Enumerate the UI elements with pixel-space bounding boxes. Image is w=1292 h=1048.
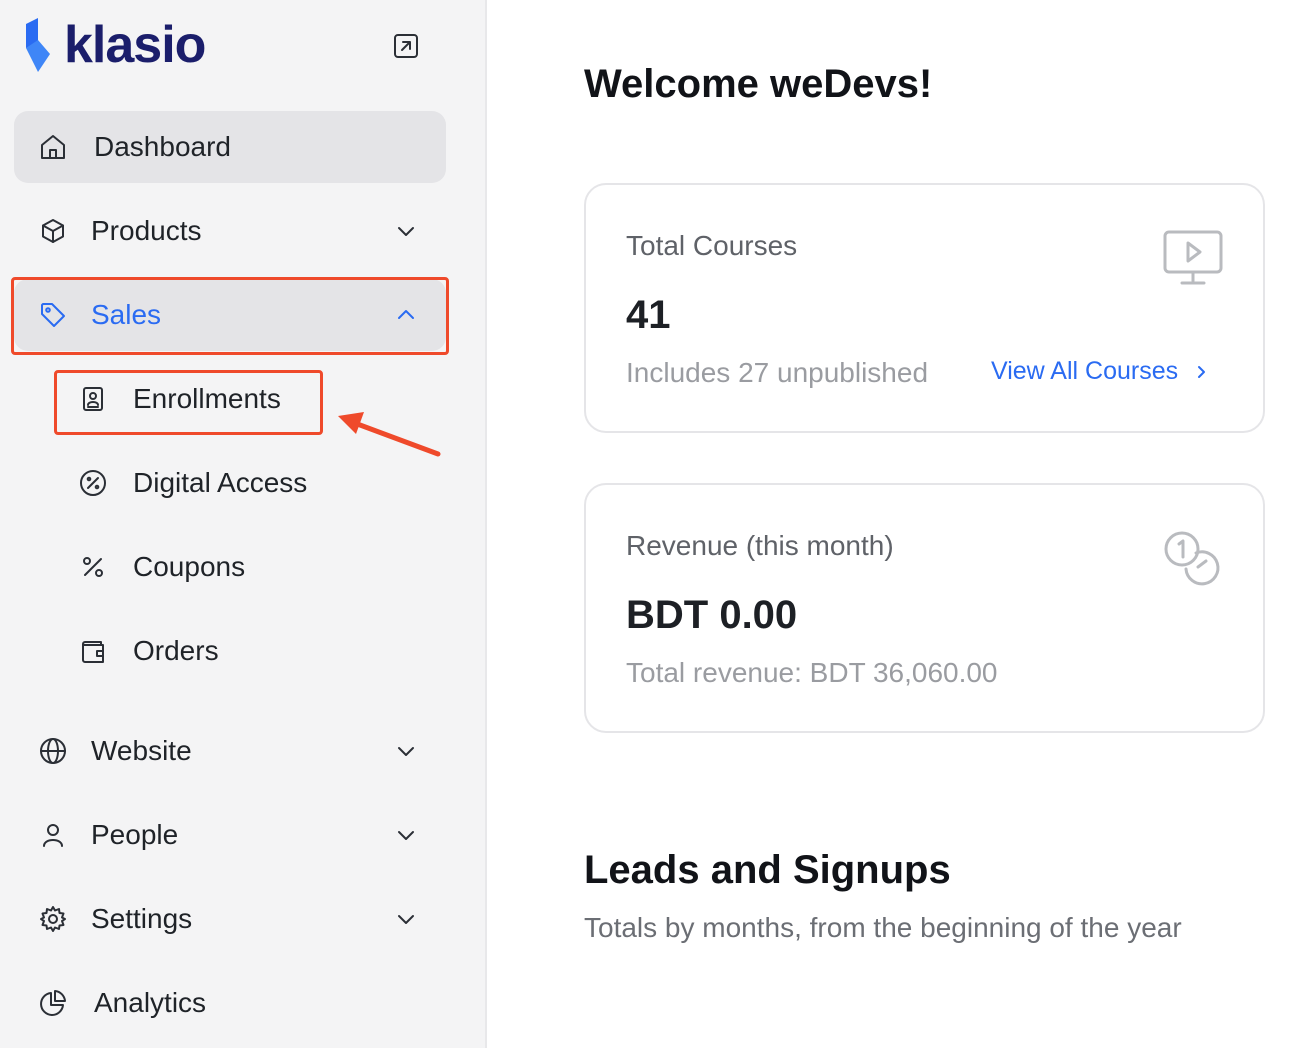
sidebar-subitem-label: Orders <box>133 635 219 666</box>
annotation-arrow-icon <box>338 412 441 457</box>
sidebar-subitem-coupons[interactable]: Coupons <box>56 535 296 599</box>
globe-icon <box>38 736 68 766</box>
sidebar-item-products[interactable]: Products <box>14 195 446 267</box>
chevron-down-icon[interactable] <box>392 905 420 933</box>
card-title: Total Courses <box>626 230 798 261</box>
card-title: Revenue (this month) <box>626 530 894 561</box>
sidebar-subitem-orders[interactable]: Orders <box>56 619 276 683</box>
sidebar-item-people[interactable]: People <box>14 799 446 871</box>
coins-icon <box>1164 531 1220 586</box>
collapse-sidebar-button[interactable] <box>390 30 422 62</box>
total-courses-card: Total Courses 41 Includes 27 unpublished… <box>584 183 1265 433</box>
monitor-play-icon <box>1163 230 1223 285</box>
sidebar-item-label: Dashboard <box>94 131 231 162</box>
sidebar-item-settings[interactable]: Settings <box>14 883 446 955</box>
logo-mark-icon <box>26 18 50 72</box>
box-icon <box>38 216 68 246</box>
wallet-icon <box>78 636 108 666</box>
leads-signups-subtitle: Totals by months, from the beginning of … <box>584 912 1182 943</box>
sidebar-subitem-label: Enrollments <box>133 383 281 414</box>
sidebar-item-label: Products <box>91 215 202 246</box>
brand-name: klasio <box>64 16 206 74</box>
chevron-down-icon[interactable] <box>392 217 420 245</box>
sidebar: klasio Dashboard Products Sales Enrollme… <box>0 0 487 1048</box>
percent-circle-icon <box>78 468 108 498</box>
sidebar-subitem-label: Coupons <box>133 551 246 582</box>
percent-icon <box>78 552 108 582</box>
tag-icon <box>38 300 68 330</box>
chevron-up-icon[interactable] <box>392 301 420 329</box>
page-title: Welcome weDevs! <box>584 62 933 106</box>
home-icon <box>38 132 68 162</box>
id-badge-icon <box>78 384 108 414</box>
chevron-down-icon[interactable] <box>392 737 420 765</box>
revenue-card: Revenue (this month) BDT 0.00 Total reve… <box>584 483 1265 733</box>
chevron-right-icon <box>1198 365 1206 378</box>
sidebar-item-analytics[interactable]: Analytics <box>14 967 446 1039</box>
card-value: 41 <box>626 293 671 337</box>
sidebar-subitem-enrollments[interactable]: Enrollments <box>56 367 322 431</box>
sidebar-subitem-digital-access[interactable]: Digital Access <box>56 451 356 515</box>
sidebar-item-website[interactable]: Website <box>14 715 446 787</box>
gear-icon <box>38 904 68 934</box>
sidebar-item-dashboard[interactable]: Dashboard <box>14 111 446 183</box>
user-icon <box>38 820 68 850</box>
external-arrow-icon <box>394 34 418 58</box>
sidebar-item-label: Sales <box>91 299 162 330</box>
sidebar-item-sales[interactable]: Sales <box>14 279 446 351</box>
card-subtext: Includes 27 unpublished <box>626 357 929 388</box>
sidebar-item-label: Website <box>91 735 192 766</box>
sidebar-subitem-label: Digital Access <box>133 467 308 498</box>
chevron-down-icon[interactable] <box>392 821 420 849</box>
leads-signups-title: Leads and Signups <box>584 848 951 892</box>
view-all-courses-link[interactable]: View All Courses <box>991 357 1210 386</box>
card-subtext: Total revenue: BDT 36,060.00 <box>626 657 998 688</box>
klasio-logo[interactable]: klasio <box>22 16 206 74</box>
link-label: View All Courses <box>991 357 1179 385</box>
card-value: BDT 0.00 <box>626 593 798 637</box>
sidebar-item-label: Analytics <box>94 987 207 1018</box>
pie-chart-icon <box>38 988 68 1018</box>
sidebar-item-label: People <box>91 819 179 850</box>
sidebar-item-label: Settings <box>91 903 193 934</box>
